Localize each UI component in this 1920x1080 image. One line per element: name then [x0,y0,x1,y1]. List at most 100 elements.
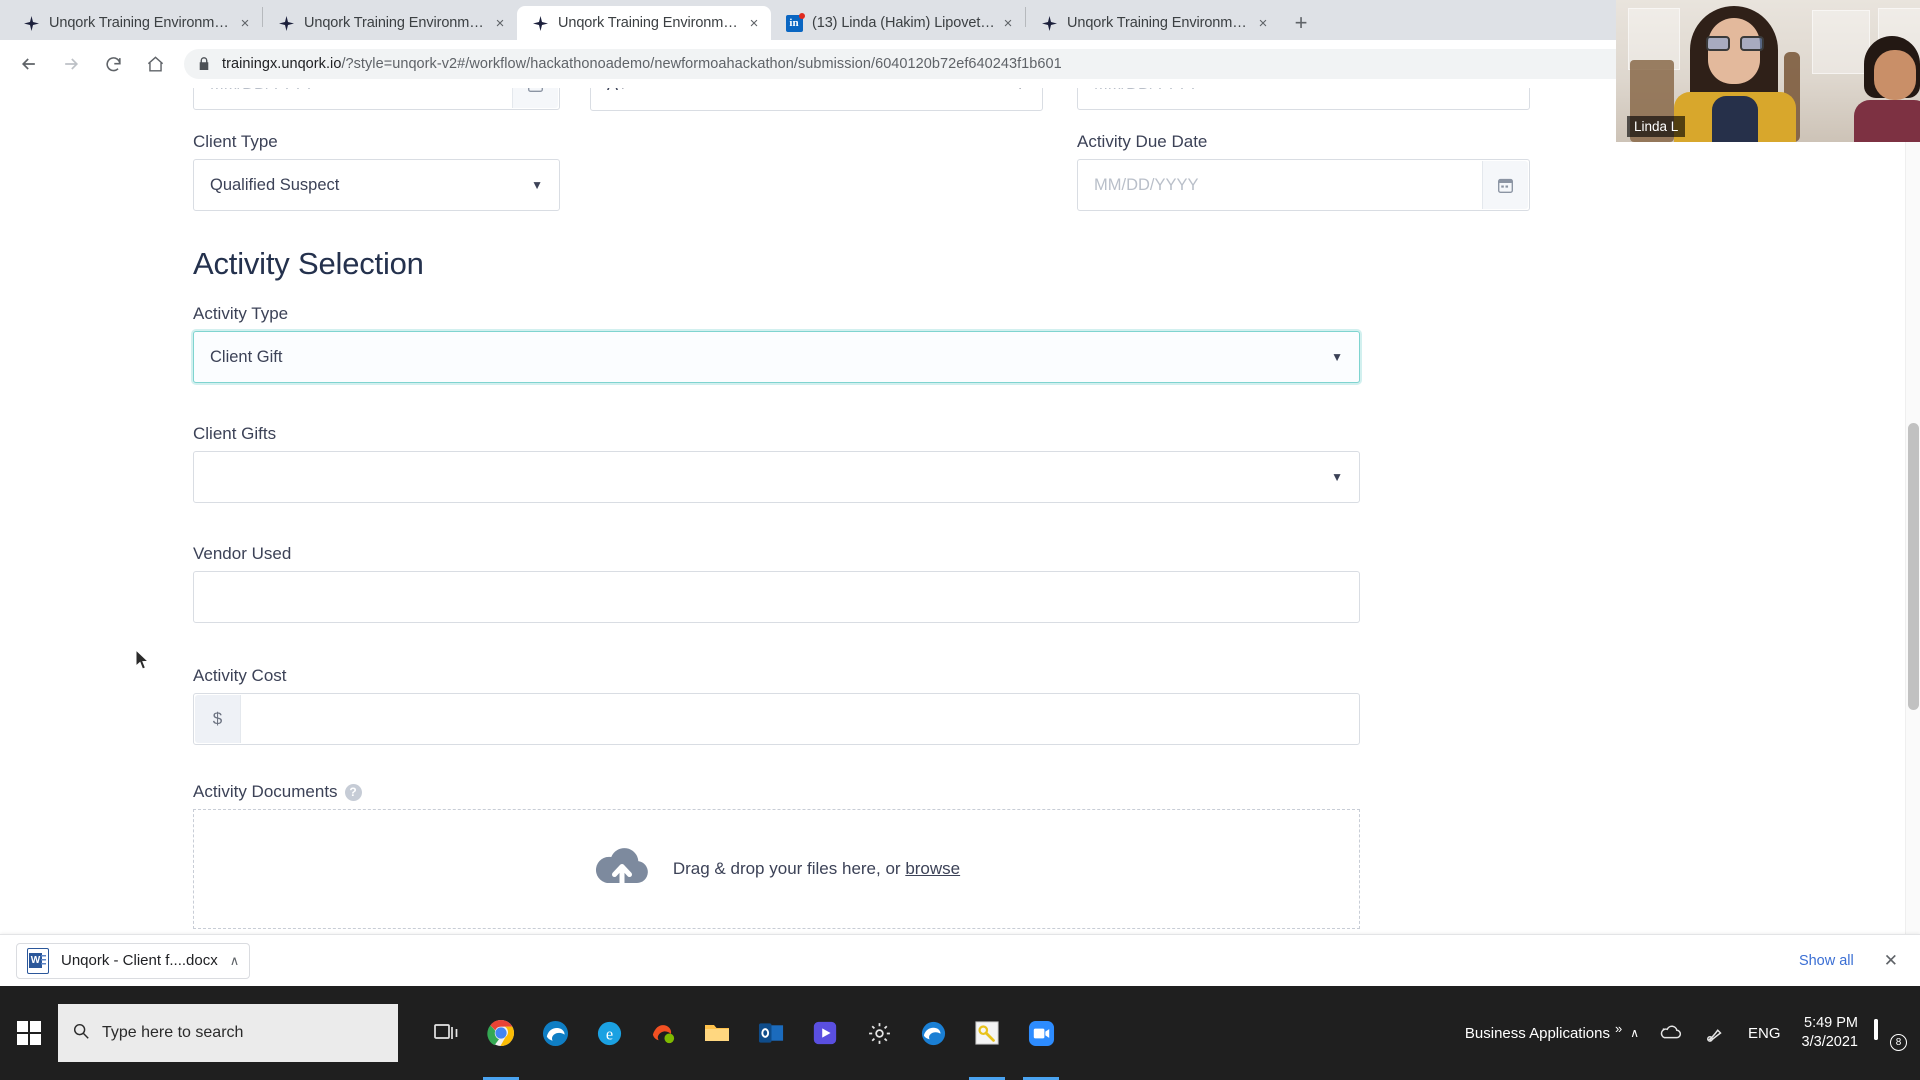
calendar-icon[interactable] [512,88,558,108]
edge-icon[interactable] [528,986,582,1080]
tab-close-icon[interactable]: × [234,12,256,34]
page-scrollbar[interactable] [1905,88,1920,986]
tab-close-icon[interactable]: × [1252,12,1274,34]
back-button-icon[interactable] [12,47,46,81]
unqork-star-icon [1040,14,1058,32]
file-explorer-icon[interactable] [690,986,744,1080]
unqork-star-icon [531,14,549,32]
lock-icon [198,57,210,71]
windows-start-icon[interactable] [0,986,58,1080]
task-view-icon[interactable] [420,986,474,1080]
browser-tab-1[interactable]: Unqork Training Environment × [8,6,262,40]
unqork-form-page: MM/DD/YYYY A+ ▼ [0,88,1905,986]
settings-gear-icon[interactable] [852,986,906,1080]
tray-expand-chevron-icon[interactable]: ∧ [1630,1026,1639,1040]
download-file-name: Unqork - Client f....docx [61,952,218,969]
show-all-downloads-button[interactable]: Show all [1787,946,1866,976]
page-viewport: MM/DD/YYYY A+ ▼ [0,88,1920,986]
taskbar-search-placeholder: Type here to search [102,1024,244,1041]
wall-panel [1812,10,1870,74]
dropzone-content: Drag & drop your files here, or browse [593,845,960,894]
file-dropzone[interactable]: Drag & drop your files here, or browse [193,809,1360,929]
word-doc-icon: W [27,947,49,974]
webcam-overlay: Linda L [1616,0,1920,142]
tab-title: (13) Linda (Hakim) Lipovetsky, C [812,15,997,31]
chevron-down-icon: ▼ [1331,470,1343,484]
activity-type-value: Client Gift [210,347,283,366]
taskbar-icons: e [420,986,1068,1080]
snipping-tool-icon[interactable] [960,986,1014,1080]
tab-close-icon[interactable]: × [743,12,765,34]
tray-label[interactable]: Business Applications [1465,1025,1610,1042]
activity-cost-label: Activity Cost [193,666,287,685]
browser-tab-3-active[interactable]: Unqork Training Environment × [517,6,771,40]
notification-center-icon[interactable]: 8 [1874,1019,1907,1051]
activity-due-date-input[interactable]: MM/DD/YYYY [1077,159,1530,211]
chrome-icon[interactable] [474,986,528,1080]
tab-title: Unqork Training Environment [304,15,489,31]
notification-count-badge: 8 [1890,1034,1907,1051]
grade-value-text: A+ [607,88,628,95]
activity-type-label: Activity Type [193,304,289,323]
date-field-top-left[interactable]: MM/DD/YYYY [193,88,560,110]
dropzone-text: Drag & drop your files here, or browse [673,859,960,879]
url-host: trainingx.unqork.io [222,56,342,72]
help-circle-icon[interactable]: ? [344,783,362,801]
person-face [1708,18,1760,84]
close-download-bar-icon[interactable]: ✕ [1884,951,1898,971]
download-item[interactable]: W Unqork - Client f....docx ∧ [16,942,251,979]
chevron-down-icon: ▼ [531,178,543,192]
browser-tab-2[interactable]: Unqork Training Environment × [263,6,517,40]
taskbar-clock[interactable]: 5:49 PM 3/3/2021 [1792,1014,1868,1052]
date-placeholder-text: MM/DD/YYYY [1094,88,1199,94]
home-button-icon[interactable] [138,47,172,81]
client-type-label: Client Type [193,132,278,151]
tab-close-icon[interactable]: × [489,12,511,34]
chevron-down-icon: ▼ [1014,88,1026,92]
system-tray: Business Applications » ∧ ENG 5:49 PM 3/… [1465,986,1920,1080]
webcam-participant-name: Linda L [1627,116,1686,137]
calendar-icon[interactable] [1482,161,1528,209]
activity-cost-input[interactable]: $ [193,693,1360,745]
dropzone-instruction: Drag & drop your files here, or [672,859,901,878]
tab-title: Unqork Training Environment [558,15,743,31]
windows-taskbar: Type here to search e Business Applicati… [0,986,1920,1080]
person-glasses [1706,36,1764,51]
activity-type-select[interactable]: Client Gift ▼ [193,331,1360,383]
chevron-down-icon: ▼ [1331,350,1343,364]
onedrive-tray-icon[interactable] [1647,986,1693,1080]
taskbar-search-input[interactable]: Type here to search [58,1004,398,1062]
browse-link[interactable]: browse [905,859,960,878]
client-gifts-select[interactable]: ▼ [193,451,1360,503]
vendor-used-input[interactable] [193,571,1360,623]
tab-close-icon[interactable]: × [997,12,1019,34]
media-player-icon[interactable] [798,986,852,1080]
url-path: /?style=unqork-v2#/workflow/hackathonoad… [341,56,1062,72]
activity-due-date-label: Activity Due Date [1077,132,1208,151]
browser-tab-5[interactable]: Unqork Training Environment × [1026,6,1280,40]
vendor-used-label: Vendor Used [193,544,292,563]
download-bar: W Unqork - Client f....docx ∧ Show all ✕ [0,934,1920,986]
tray-overflow-icon[interactable]: » [1615,1021,1622,1036]
new-tab-button[interactable]: + [1284,6,1318,40]
network-pen-tray-icon[interactable] [1693,986,1737,1080]
chevron-up-icon[interactable]: ∧ [230,953,240,969]
outlook-icon[interactable] [744,986,798,1080]
edge-legacy-icon[interactable] [906,986,960,1080]
address-bar-url: trainingx.unqork.io/?style=unqork-v2#/wo… [222,56,1062,72]
date-placeholder-text: MM/DD/YYYY [210,88,315,94]
date-field-top-right[interactable]: MM/DD/YYYY [1077,88,1530,110]
scrollbar-thumb[interactable] [1908,423,1919,710]
client-type-select[interactable]: Qualified Suspect ▼ [193,159,560,211]
outlook-mail-icon[interactable] [636,986,690,1080]
zoom-icon[interactable] [1014,986,1068,1080]
client-gifts-label: Client Gifts [193,424,277,443]
browser-tab-4[interactable]: in (13) Linda (Hakim) Lipovetsky, C × [771,6,1025,40]
date-placeholder-text: MM/DD/YYYY [1094,175,1199,194]
person-shirt [1712,96,1758,142]
grade-select-top-middle[interactable]: A+ ▼ [590,88,1043,111]
reload-button-icon[interactable] [96,47,130,81]
language-indicator[interactable]: ENG [1737,986,1792,1080]
clock-date: 3/3/2021 [1801,1034,1858,1050]
internet-explorer-icon[interactable]: e [582,986,636,1080]
